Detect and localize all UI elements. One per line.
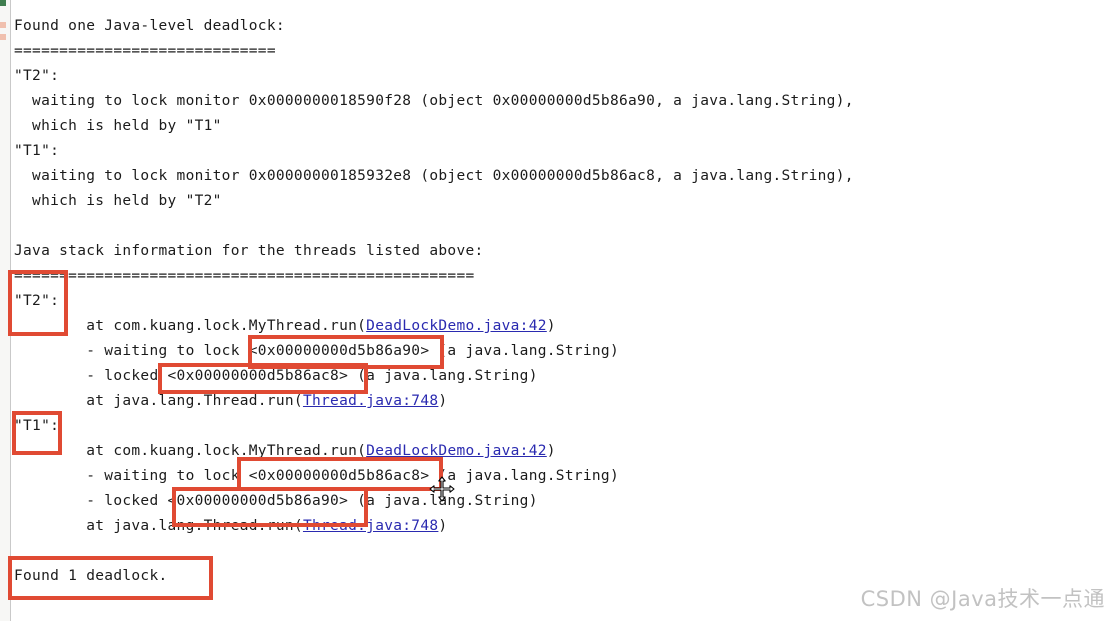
console-output-screen: Found one Java-level deadlock: ==========…: [0, 0, 1119, 621]
gutter-divider: [10, 0, 11, 621]
console-line: which is held by "T2": [14, 193, 222, 209]
source-link[interactable]: Thread.java:748: [303, 518, 438, 534]
console-line: at com.kuang.lock.MyThread.run(DeadLockD…: [14, 443, 556, 459]
console-line: - locked <0x00000000d5b86ac8> (a java.la…: [14, 368, 538, 384]
console-line: "T2":: [14, 293, 60, 309]
console-line: - waiting to lock <0x00000000d5b86a90> (…: [14, 343, 619, 359]
source-link[interactable]: DeadLockDemo.java:42: [366, 318, 547, 334]
console-line: "T1":: [14, 143, 60, 159]
console-line: "T2":: [14, 68, 60, 84]
console-line: Found one Java-level deadlock:: [14, 18, 285, 34]
console-line: at java.lang.Thread.run(Thread.java:748): [14, 518, 448, 534]
editor-gutter: [0, 0, 10, 621]
watermark: CSDN @Java技术一点通: [860, 587, 1105, 611]
gutter-status-ok-marker: [0, 0, 6, 6]
console-line: at java.lang.Thread.run(Thread.java:748): [14, 393, 448, 409]
console-line: at com.kuang.lock.MyThread.run(DeadLockD…: [14, 318, 556, 334]
thread-dump-text[interactable]: Found one Java-level deadlock: ==========…: [14, 14, 1104, 589]
console-line: which is held by "T1": [14, 118, 222, 134]
gutter-warning-marker-1: [0, 22, 6, 28]
gutter-warning-marker-2: [0, 34, 6, 40]
source-link[interactable]: Thread.java:748: [303, 393, 438, 409]
console-line: waiting to lock monitor 0x0000000018590f…: [14, 93, 854, 109]
console-line: =============================: [14, 43, 276, 59]
console-line: - waiting to lock <0x00000000d5b86ac8> (…: [14, 468, 619, 484]
move-cursor-icon: [429, 476, 455, 502]
console-line: ========================================…: [14, 268, 475, 284]
console-line: - locked <0x00000000d5b86a90> (a java.la…: [14, 493, 538, 509]
console-line: Java stack information for the threads l…: [14, 243, 484, 259]
console-line: waiting to lock monitor 0x00000000185932…: [14, 168, 854, 184]
console-line: "T1":: [14, 418, 60, 434]
source-link[interactable]: DeadLockDemo.java:42: [366, 443, 547, 459]
